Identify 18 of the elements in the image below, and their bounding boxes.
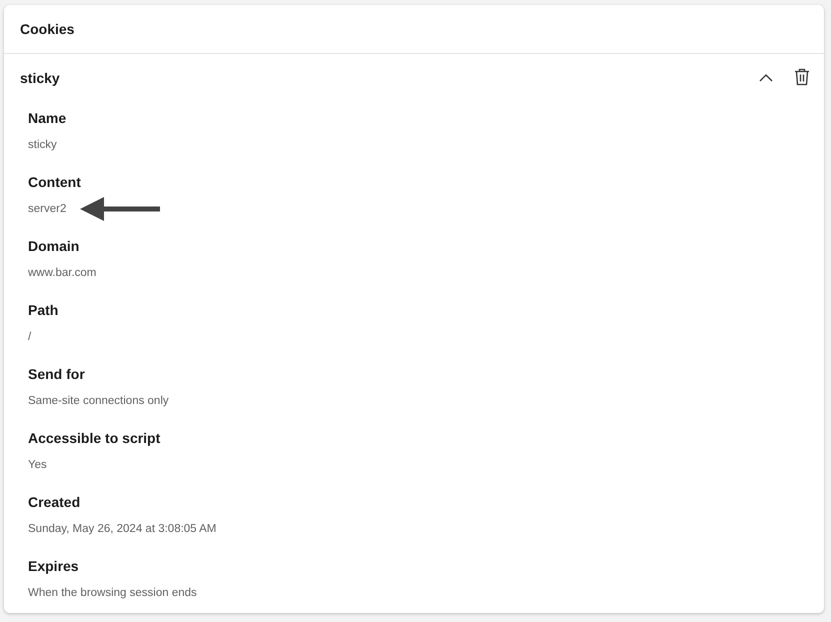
panel-title: Cookies bbox=[20, 21, 74, 37]
field-label: Send for bbox=[28, 365, 85, 384]
cookie-name: sticky bbox=[20, 70, 61, 86]
field-label: Path bbox=[28, 301, 58, 320]
field-value: Same-site connections only bbox=[28, 394, 169, 409]
field-value: / bbox=[28, 330, 32, 345]
field-label: Expires bbox=[28, 557, 79, 576]
field-value: Yes bbox=[28, 458, 47, 473]
field-value: When the browsing session ends bbox=[28, 586, 197, 601]
field-label: Domain bbox=[28, 237, 80, 256]
field-value: sticky bbox=[28, 138, 57, 153]
field-label: Created bbox=[28, 493, 80, 512]
field-value: Sunday, May 26, 2024 at 3:08:05 AM bbox=[28, 522, 216, 537]
field-label: Name bbox=[28, 109, 66, 128]
field-label: Content bbox=[28, 173, 81, 192]
field-value: server2 bbox=[28, 202, 66, 217]
field-value: www.bar.com bbox=[28, 266, 96, 281]
field-label: Accessible to script bbox=[28, 429, 160, 448]
